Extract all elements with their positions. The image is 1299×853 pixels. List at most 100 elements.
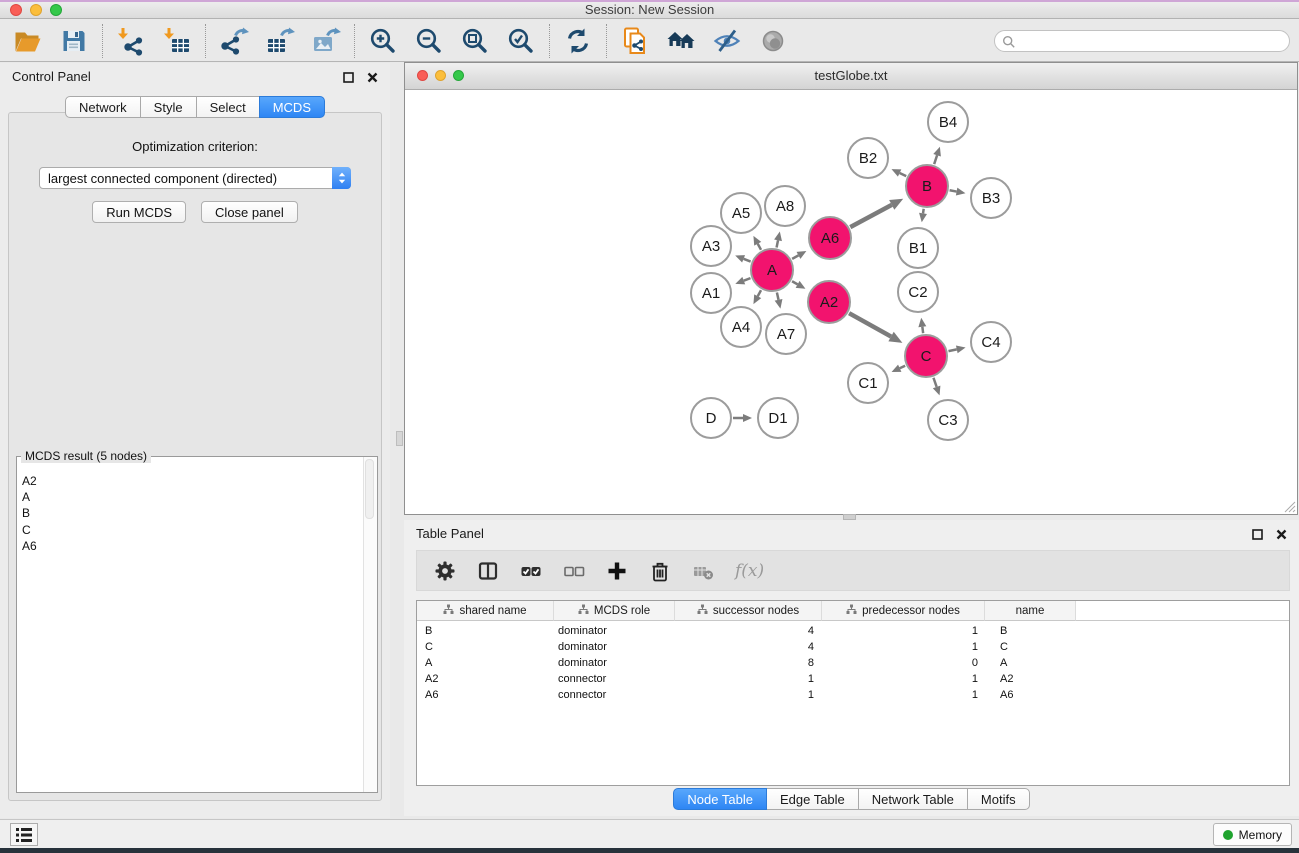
node-A3[interactable]: A3 <box>691 226 731 266</box>
memory-button[interactable]: Memory <box>1213 823 1292 846</box>
table-cell[interactable]: A2 <box>985 673 1076 685</box>
zoom-out-button[interactable] <box>414 26 444 56</box>
table-cell[interactable]: 1 <box>675 673 822 685</box>
export-image-button[interactable] <box>311 26 341 56</box>
table-cell[interactable]: A <box>985 657 1076 669</box>
node-A5[interactable]: A5 <box>721 193 761 233</box>
table-cell[interactable]: 0 <box>822 657 985 669</box>
edge-A-A2[interactable] <box>792 281 805 289</box>
task-history-button[interactable] <box>10 823 38 846</box>
table-cell[interactable]: dominator <box>554 641 675 653</box>
table-cell[interactable]: connector <box>554 689 675 701</box>
criterion-dropdown[interactable]: largest connected component (directed) <box>39 167 351 189</box>
node-A1[interactable]: A1 <box>691 273 731 313</box>
float-table-panel-button[interactable] <box>1252 529 1263 540</box>
table-row[interactable]: A2connector11A2 <box>417 671 1289 687</box>
mcds-result-item[interactable]: C <box>22 522 363 538</box>
table-cell[interactable]: C <box>417 641 554 653</box>
column-settings-button[interactable] <box>434 560 456 582</box>
tab-mcds[interactable]: MCDS <box>259 96 325 118</box>
tab-select[interactable]: Select <box>196 96 260 118</box>
mcds-result-item[interactable]: B <box>22 505 363 521</box>
resize-grip[interactable] <box>1284 501 1296 513</box>
column-header-shared-name[interactable]: shared name <box>417 601 554 621</box>
import-table-button[interactable] <box>162 26 192 56</box>
node-D[interactable]: D <box>691 398 731 438</box>
node-B1[interactable]: B1 <box>898 228 938 268</box>
table-cell[interactable]: C <box>985 641 1076 653</box>
node-A8[interactable]: A8 <box>765 186 805 226</box>
edge-B-B3[interactable] <box>950 188 966 196</box>
table-cell[interactable]: 4 <box>675 641 822 653</box>
node-C4[interactable]: C4 <box>971 322 1011 362</box>
edge-B-B1[interactable] <box>919 209 927 223</box>
close-panel-x-button[interactable] <box>367 72 378 83</box>
tab-style[interactable]: Style <box>140 96 197 118</box>
table-cell[interactable]: A6 <box>985 689 1076 701</box>
table-cell[interactable]: A6 <box>417 689 554 701</box>
zoom-selected-button[interactable] <box>506 26 536 56</box>
mcds-result-item[interactable]: A2 <box>22 473 363 489</box>
save-session-button[interactable] <box>59 26 89 56</box>
column-header-predecessor-nodes[interactable]: predecessor nodes <box>822 601 985 621</box>
node-B4[interactable]: B4 <box>928 102 968 142</box>
delete-column-button[interactable] <box>649 560 671 582</box>
table-row[interactable]: A6connector11A6 <box>417 687 1289 703</box>
tab-edge-table[interactable]: Edge Table <box>766 788 859 810</box>
edge-B-B2[interactable] <box>891 169 906 176</box>
table-cell[interactable]: B <box>417 625 554 637</box>
table-cell[interactable]: dominator <box>554 657 675 669</box>
table-cell[interactable]: 1 <box>822 625 985 637</box>
vertical-splitter-handle[interactable] <box>396 431 403 446</box>
table-cell[interactable]: dominator <box>554 625 675 637</box>
table-cell[interactable]: connector <box>554 673 675 685</box>
edge-A-A4[interactable] <box>753 290 761 304</box>
table-cell[interactable]: 1 <box>822 673 985 685</box>
node-A[interactable]: A <box>751 249 793 291</box>
network-window-titlebar[interactable]: testGlobe.txt <box>405 63 1297 90</box>
table-cell[interactable]: 1 <box>675 689 822 701</box>
edge-A-A8[interactable] <box>774 231 782 247</box>
close-network-button[interactable] <box>417 70 428 81</box>
tab-network[interactable]: Network <box>65 96 141 118</box>
add-column-button[interactable] <box>606 560 628 582</box>
mcds-result-list[interactable]: A2ABCA6 <box>17 467 363 792</box>
select-all-button[interactable] <box>520 560 542 582</box>
column-header-name[interactable]: name <box>985 601 1076 621</box>
zoom-fit-button[interactable] <box>460 26 490 56</box>
zoom-window-button[interactable] <box>50 4 62 16</box>
edge-A-A3[interactable] <box>735 255 750 262</box>
edge-B-B4[interactable] <box>933 147 941 164</box>
edge-A-A7[interactable] <box>775 292 783 308</box>
mcds-list-scrollbar[interactable] <box>363 457 377 792</box>
table-row[interactable]: Bdominator41B <box>417 623 1289 639</box>
import-network-button[interactable] <box>116 26 146 56</box>
tab-motifs[interactable]: Motifs <box>967 788 1030 810</box>
edge-A6-B[interactable] <box>850 199 903 227</box>
node-C2[interactable]: C2 <box>898 272 938 312</box>
table-cell[interactable]: 8 <box>675 657 822 669</box>
node-A7[interactable]: A7 <box>766 314 806 354</box>
mcds-result-item[interactable]: A6 <box>22 538 363 554</box>
node-A4[interactable]: A4 <box>721 307 761 347</box>
export-network-button[interactable] <box>219 26 249 56</box>
close-table-panel-button[interactable] <box>1276 529 1287 540</box>
node-C1[interactable]: C1 <box>848 363 888 403</box>
table-row[interactable]: Adominator80A <box>417 655 1289 671</box>
table-cell[interactable]: 4 <box>675 625 822 637</box>
split-table-button[interactable] <box>477 560 499 582</box>
edge-A2-C[interactable] <box>849 313 902 343</box>
export-table-button[interactable] <box>265 26 295 56</box>
column-header-successor-nodes[interactable]: successor nodes <box>675 601 822 621</box>
edge-C-C3[interactable] <box>933 378 941 396</box>
edge-A-A1[interactable] <box>735 277 750 284</box>
node-C[interactable]: C <box>905 335 947 377</box>
run-mcds-button[interactable]: Run MCDS <box>92 201 186 223</box>
network-canvas[interactable]: B4B2BB3A8A5A6A3B1AC2A1A2A4A7C4CC1C3DD1 <box>405 90 1297 514</box>
float-panel-button[interactable] <box>343 72 354 83</box>
edge-D-D1[interactable] <box>733 414 752 422</box>
table-cell[interactable]: 1 <box>822 689 985 701</box>
tab-network-table[interactable]: Network Table <box>858 788 968 810</box>
network-from-clipboard-button[interactable] <box>620 26 650 56</box>
minimize-network-button[interactable] <box>435 70 446 81</box>
